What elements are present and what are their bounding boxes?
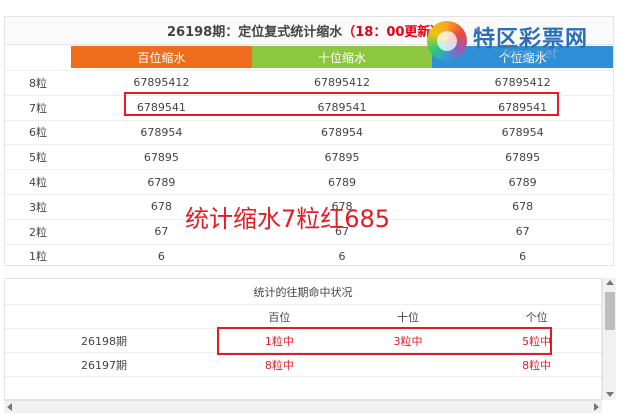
cell: 67895 [143,150,179,164]
scroll-down-icon[interactable] [606,392,614,397]
title-main: 26198期：定位复式统计缩水 [167,25,343,40]
highlight-box-7 [124,92,559,116]
table-row: 4粒 6789 6789 6789 [5,169,613,194]
cell: 67895412 [133,76,190,90]
table-row: 6粒 678954 678954 678954 [5,119,613,145]
annotation-text: 统计缩水7粒红685 [185,205,391,233]
header-hundreds: 百位缩水 [71,46,252,68]
row-label: 2粒 [29,225,47,239]
cell: 6 [338,249,346,263]
row-label: 5粒 [29,151,47,165]
history-header-units: 个位 [525,310,548,324]
hit-hundreds: 8粒中 [264,358,294,372]
table-row: 5粒 67895 67895 67895 [5,144,613,169]
history-title: 统计的往期命中状况 [5,279,601,305]
cell: 67 [515,225,530,239]
header-blank [5,46,71,68]
cell: 67895 [324,150,360,164]
hit-units: 8粒中 [522,358,552,372]
row-label: 4粒 [29,176,47,190]
cell: 6789 [328,175,356,189]
scroll-left-icon[interactable] [7,403,12,411]
history-header-tens: 十位 [397,310,419,324]
row-label: 8粒 [29,76,47,90]
row-label: 3粒 [29,200,47,214]
history-header-row: 百位 十位 个位 [5,305,601,329]
highlight-box-history [217,327,552,355]
scroll-right-icon[interactable] [594,403,599,411]
cell: 678954 [140,125,183,139]
history-header-hundreds: 百位 [268,310,291,324]
swirl-logo-icon [427,21,467,61]
cell: 6 [519,249,527,263]
cell: 67895 [505,150,541,164]
cell: 6 [157,249,165,263]
cell: 6789 [508,175,537,189]
cell: 678954 [501,125,544,139]
vertical-scrollbar[interactable] [602,278,616,400]
row-label: 1粒 [29,250,47,264]
table-row: 1粒 6 6 6 [5,243,613,269]
header-tens: 十位缩水 [251,46,433,68]
cell: 67895412 [494,76,551,90]
logo-url: tqcp.net [503,47,558,62]
scroll-up-icon[interactable] [606,280,614,285]
row-label: 7粒 [29,101,47,115]
period: 26197期 [81,358,127,372]
cell: 678 [512,200,534,214]
period: 26198期 [81,334,127,348]
row-label: 6粒 [29,126,47,140]
cell: 678954 [321,125,363,139]
site-logo[interactable]: 特区彩票网 tqcp.net [423,17,613,65]
horizontal-scrollbar[interactable] [4,400,602,413]
cell: 6789 [147,175,176,189]
cell: 67895412 [314,76,370,90]
history-row: 26197期 8粒中 8粒中 [5,353,601,377]
scroll-thumb[interactable] [605,292,615,330]
